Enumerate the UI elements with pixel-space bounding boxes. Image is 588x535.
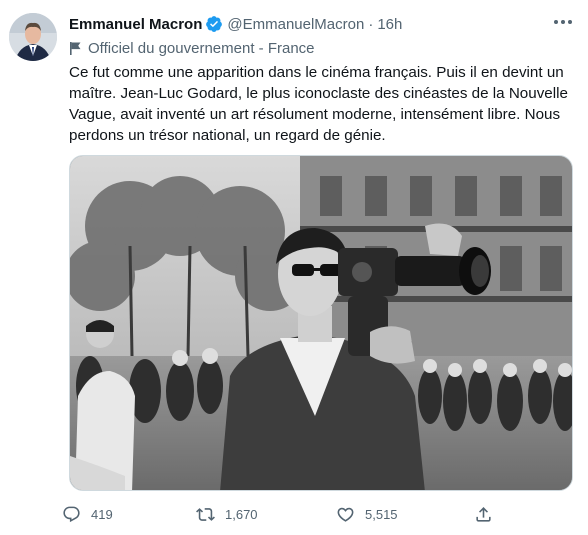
more-icon[interactable] (552, 12, 574, 32)
author-handle[interactable]: @EmmanuelMacron (227, 16, 364, 33)
share-button[interactable] (474, 500, 503, 528)
separator-dot: · (368, 15, 374, 33)
tweet-time[interactable]: 16h (377, 16, 402, 33)
flag-icon (70, 41, 81, 55)
retweet-button[interactable]: 1,670 (196, 500, 258, 528)
heart-icon (337, 507, 354, 522)
verified-badge-icon (205, 15, 223, 33)
tweet-photo[interactable] (69, 155, 573, 491)
tweet-header: Emmanuel Macron @EmmanuelMacron · 16h (69, 14, 548, 34)
share-icon (476, 506, 491, 522)
author-name[interactable]: Emmanuel Macron (69, 16, 202, 33)
tweet-actions: 419 1,670 5,515 (62, 500, 512, 528)
like-button[interactable]: 5,515 (336, 500, 398, 528)
reply-icon (63, 506, 80, 522)
like-count: 5,515 (365, 506, 398, 522)
author-avatar[interactable] (9, 13, 57, 61)
avatar-image (9, 13, 57, 61)
tweet-text: Ce fut comme une apparition dans le ciné… (69, 64, 573, 144)
reply-button[interactable]: 419 (62, 500, 113, 528)
photo-image (70, 156, 572, 490)
retweet-count: 1,670 (225, 506, 258, 522)
retweet-icon (196, 507, 215, 521)
government-label[interactable]: Officiel du gouvernement - France (69, 38, 315, 58)
reply-count: 419 (91, 506, 113, 522)
government-label-text: Officiel du gouvernement - France (88, 39, 315, 57)
